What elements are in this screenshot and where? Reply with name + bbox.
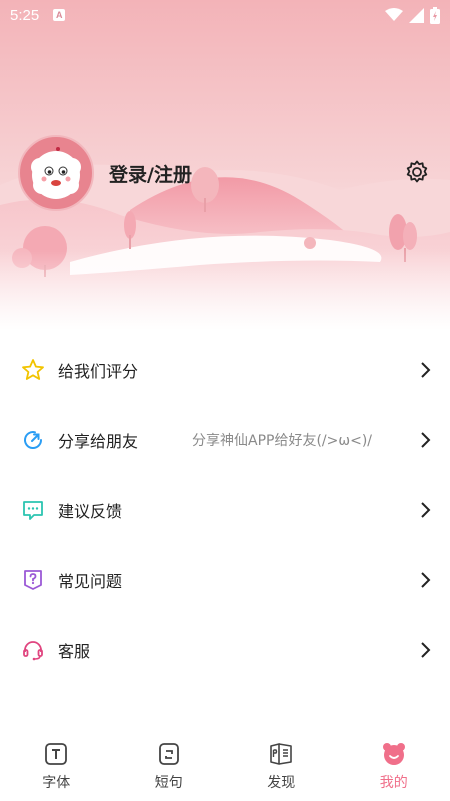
bottom-navigation: 字体 短句 发现 我的 [0,733,450,801]
status-bar: 5:25 A [0,0,450,30]
chevron-right-icon [421,502,431,518]
menu-item-label: 常见问题 [58,572,123,591]
chevron-right-icon [421,572,431,588]
tab-label: 短句 [154,775,183,791]
login-register-link[interactable]: 登录/注册 [109,160,192,187]
tab-font[interactable]: 字体 [0,733,113,801]
menu-item-faq[interactable]: 常见问题 [0,545,450,615]
status-time: 5:25 [10,6,40,24]
menu-item-share[interactable]: 分享给朋友 分享神仙APP给好友(/>ω<)/ [0,405,450,475]
menu-item-rate[interactable]: 给我们评分 [0,335,450,405]
chevron-right-icon [421,432,431,448]
tab-discover[interactable]: 发现 [225,733,338,801]
menu-item-subtitle: 分享神仙APP给好友(/>ω<)/ [192,433,373,449]
question-icon [24,570,42,590]
menu-item-label: 给我们评分 [58,362,139,381]
avatar-character-icon [31,147,81,199]
tab-label: 发现 [267,775,296,791]
tab-quotes[interactable]: 短句 [113,733,226,801]
profile-row[interactable]: 登录/注册 [18,135,192,211]
settings-gear-icon[interactable] [404,159,430,185]
star-icon [22,359,44,380]
headset-icon [23,641,43,661]
menu-item-feedback[interactable]: 建议反馈 [0,475,450,545]
tab-mine[interactable]: 我的 [338,733,450,801]
status-icons [385,6,440,24]
notification-badge-icon: A [53,9,66,21]
wifi-icon [385,8,403,21]
tab-label: 字体 [42,775,71,791]
signal-icon [409,7,424,23]
menu-item-label: 分享给朋友 [58,432,139,451]
avatar[interactable] [18,135,94,211]
chevron-right-icon [421,362,431,378]
quote-icon [158,743,179,765]
menu-item-label: 客服 [58,642,91,661]
font-icon [45,743,68,765]
menu-item-label: 建议反馈 [58,502,123,521]
chevron-right-icon [421,642,431,658]
feedback-icon [23,501,43,520]
menu-list: 给我们评分 分享给朋友 分享神仙APP给好友(/>ω<)/ 建议反馈 常见问题 … [0,335,450,685]
bear-icon [382,743,405,765]
battery-icon [430,6,440,24]
discover-icon [270,743,293,765]
menu-item-customer-service[interactable]: 客服 [0,615,450,685]
tab-label: 我的 [379,775,408,791]
share-icon [24,431,43,449]
